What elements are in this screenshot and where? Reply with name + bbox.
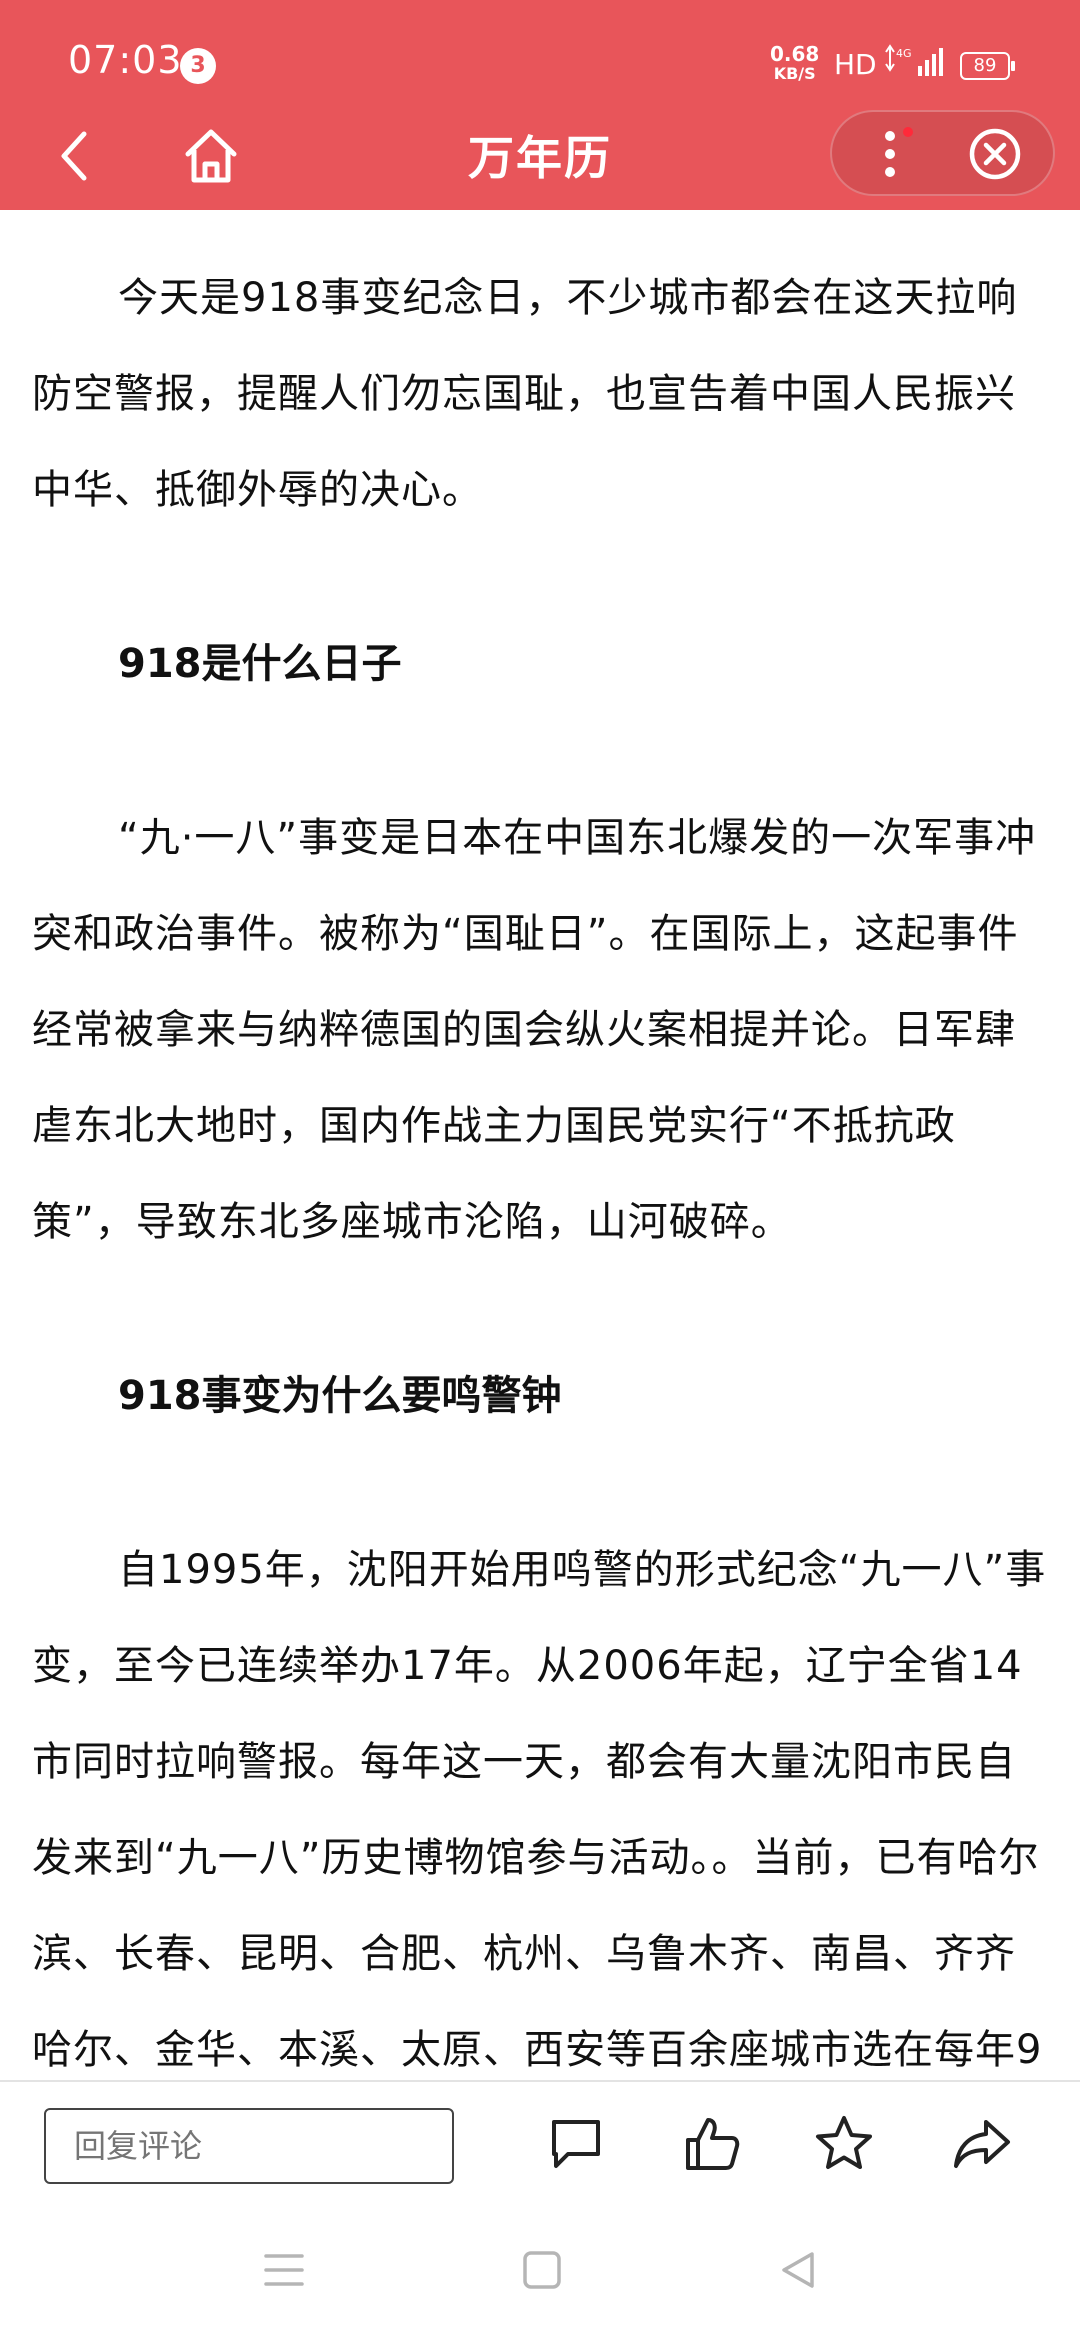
close-icon[interactable] [967, 126, 1023, 182]
back-triangle-icon[interactable] [776, 2248, 820, 2292]
back-icon[interactable] [48, 124, 104, 188]
net-speed-value: 0.68 [770, 42, 820, 66]
article-body: 今天是918事变纪念日，不少城市都会在这天拉响防空警报，提醒人们勿忘国耻，也宣告… [0, 210, 1080, 2080]
reply-comment-input[interactable] [44, 2108, 454, 2184]
status-time: 07:03 [68, 38, 183, 82]
page-title: 万年历 [468, 131, 612, 185]
comment-icon[interactable] [544, 2112, 608, 2176]
home-icon[interactable] [180, 124, 242, 188]
favorite-icon[interactable] [812, 2112, 876, 2176]
menu-icon[interactable] [262, 2248, 306, 2292]
network-label: 4G [896, 47, 912, 60]
article-paragraph-2: “九·一八”事变是日本在中国东北爆发的一次军事冲突和政治事件。被称为“国耻日”。… [32, 815, 1037, 1245]
signal-icon: 4G [885, 44, 943, 76]
nav-bar: 万年历 [0, 110, 1080, 210]
article-heading-1: 918是什么日子 [118, 641, 402, 687]
app-header: 07:03 3 0.68 KB/S HD 4G 89 万年历 [0, 0, 1080, 210]
hd-indicator: HD [834, 48, 877, 81]
like-icon[interactable] [680, 2112, 744, 2176]
home-square-icon[interactable] [520, 2248, 564, 2292]
article-heading-2: 918事变为什么要鸣警钟 [118, 1373, 562, 1419]
net-speed-unit: KB/S [773, 64, 816, 83]
more-icon[interactable] [868, 126, 918, 182]
mini-program-capsule [830, 110, 1055, 196]
system-navigation-bar [0, 2220, 1080, 2340]
share-icon[interactable] [950, 2112, 1014, 2176]
article-paragraph-3: 自1995年，沈阳开始用鸣警的形式纪念“九一八”事变，至今已连续举办17年。从2… [32, 1547, 1047, 2073]
battery-indicator: 89 [960, 52, 1015, 80]
notification-badge: 3 [180, 48, 216, 84]
net-speed: 0.68 KB/S [770, 44, 819, 84]
article-paragraph-1: 今天是918事变纪念日，不少城市都会在这天拉响防空警报，提醒人们勿忘国耻，也宣告… [32, 275, 1018, 513]
comment-bar [0, 2080, 1080, 2220]
